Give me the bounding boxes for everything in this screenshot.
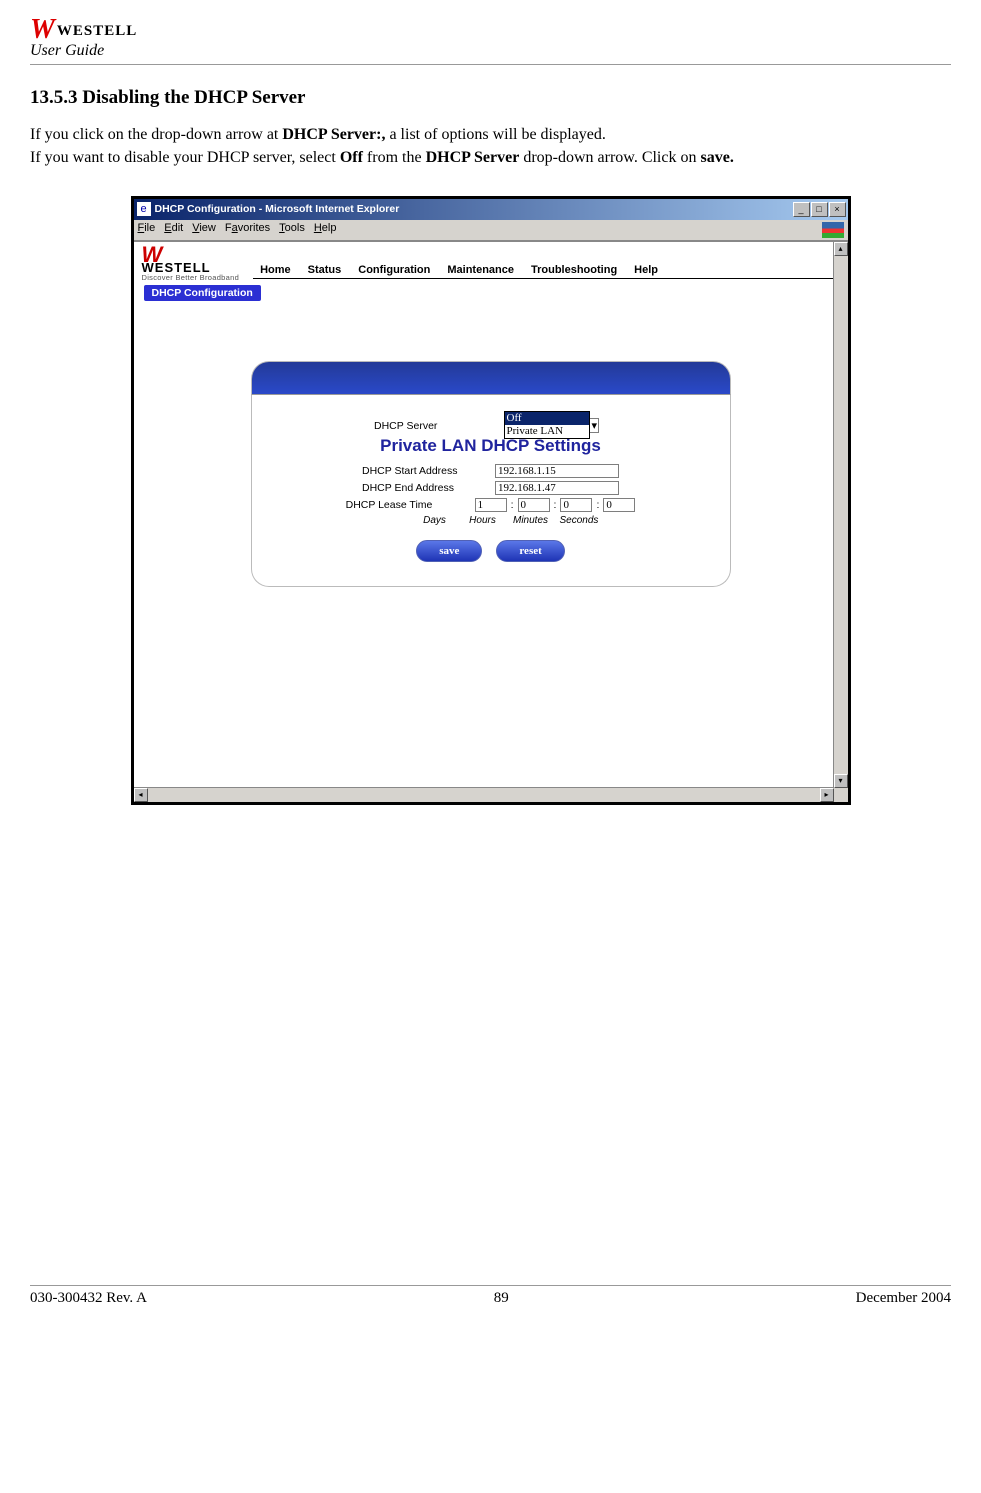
screenshot-window: e DHCP Configuration - Microsoft Interne… xyxy=(131,196,851,805)
nav-troubleshooting[interactable]: Troubleshooting xyxy=(524,264,624,276)
scroll-left-icon[interactable]: ◂ xyxy=(134,788,148,802)
westell-logo: W WESTELL xyxy=(30,20,951,40)
section-heading: 13.5.3 Disabling the DHCP Server xyxy=(30,87,951,109)
lease-unit-labels: Days Hours Minutes Seconds xyxy=(416,515,702,526)
end-addr-label: DHCP End Address xyxy=(362,482,487,494)
dhcp-server-dropdown[interactable]: Off Private LAN xyxy=(504,411,590,439)
reset-button[interactable]: reset xyxy=(496,540,564,562)
panel-header-bar xyxy=(251,361,731,394)
footer-left: 030-300432 Rev. A xyxy=(30,1290,147,1307)
save-button[interactable]: save xyxy=(416,540,482,562)
scroll-right-icon[interactable]: ▸ xyxy=(820,788,834,802)
nav-maintenance[interactable]: Maintenance xyxy=(440,264,521,276)
nav-status[interactable]: Status xyxy=(301,264,349,276)
menu-view[interactable]: View xyxy=(192,222,216,238)
menu-favorites[interactable]: Favorites xyxy=(225,222,270,238)
window-title: DHCP Configuration - Microsoft Internet … xyxy=(155,203,400,215)
logo-swoosh-icon: W xyxy=(30,20,55,40)
dhcp-server-label: DHCP Server xyxy=(374,420,499,432)
app-header: W WESTELL Discover Better Broadband Home… xyxy=(134,242,848,282)
chevron-down-icon: ▾ xyxy=(591,419,597,432)
section-number: 13.5.3 xyxy=(30,87,78,108)
paragraph-1: If you click on the drop-down arrow at D… xyxy=(30,125,951,145)
start-addr-label: DHCP Start Address xyxy=(362,465,487,477)
guide-label: User Guide xyxy=(30,42,951,60)
lease-minutes-input[interactable]: 0 xyxy=(560,498,592,512)
main-nav: Home Status Configuration Maintenance Tr… xyxy=(253,264,839,279)
minimize-button[interactable]: _ xyxy=(793,202,810,217)
scroll-down-icon[interactable]: ▾ xyxy=(834,774,848,788)
scrollbar-vertical[interactable]: ▴ ▾ xyxy=(833,242,848,788)
lease-hours-input[interactable]: 0 xyxy=(518,498,550,512)
scrollbar-horizontal[interactable]: ◂ ▸ xyxy=(134,787,834,802)
nav-help[interactable]: Help xyxy=(627,264,665,276)
start-addr-input[interactable]: 192.168.1.15 xyxy=(495,464,619,478)
menubar: File Edit View Favorites Tools Help xyxy=(134,220,848,241)
scroll-up-icon[interactable]: ▴ xyxy=(834,242,848,256)
option-private-lan[interactable]: Private LAN xyxy=(505,425,589,438)
menu-tools[interactable]: Tools xyxy=(279,222,305,238)
browser-viewport: W WESTELL Discover Better Broadband Home… xyxy=(134,241,848,802)
menu-file[interactable]: File xyxy=(138,222,156,238)
page-footer: 030-300432 Rev. A 89 December 2004 xyxy=(30,1285,951,1307)
settings-panel: DHCP Server Private LAN ▾ Off Private LA… xyxy=(251,361,731,587)
scroll-corner xyxy=(834,788,848,802)
ie-throbber-icon xyxy=(822,222,844,238)
option-off[interactable]: Off xyxy=(505,412,589,425)
nav-home[interactable]: Home xyxy=(253,264,298,276)
footer-page-number: 89 xyxy=(147,1290,856,1307)
titlebar: e DHCP Configuration - Microsoft Interne… xyxy=(134,199,848,220)
ie-icon: e xyxy=(137,202,151,216)
maximize-button[interactable]: □ xyxy=(811,202,828,217)
nav-configuration[interactable]: Configuration xyxy=(351,264,437,276)
lease-days-input[interactable]: 1 xyxy=(475,498,507,512)
westell-app-logo: W WESTELL Discover Better Broadband xyxy=(142,248,240,282)
subtab-dhcp-configuration[interactable]: DHCP Configuration xyxy=(144,285,261,301)
panel-title: Private LAN DHCP Settings xyxy=(280,436,702,456)
logo-text: WESTELL xyxy=(57,23,137,40)
section-title: Disabling the DHCP Server xyxy=(82,87,305,108)
end-addr-input[interactable]: 192.168.1.47 xyxy=(495,481,619,495)
close-button[interactable]: × xyxy=(829,202,846,217)
menu-edit[interactable]: Edit xyxy=(164,222,183,238)
footer-right: December 2004 xyxy=(856,1290,951,1307)
page-header: W WESTELL User Guide xyxy=(30,20,951,65)
menu-help[interactable]: Help xyxy=(314,222,337,238)
paragraph-2: If you want to disable your DHCP server,… xyxy=(30,148,951,168)
lease-seconds-input[interactable]: 0 xyxy=(603,498,635,512)
lease-time-label: DHCP Lease Time xyxy=(346,499,471,511)
